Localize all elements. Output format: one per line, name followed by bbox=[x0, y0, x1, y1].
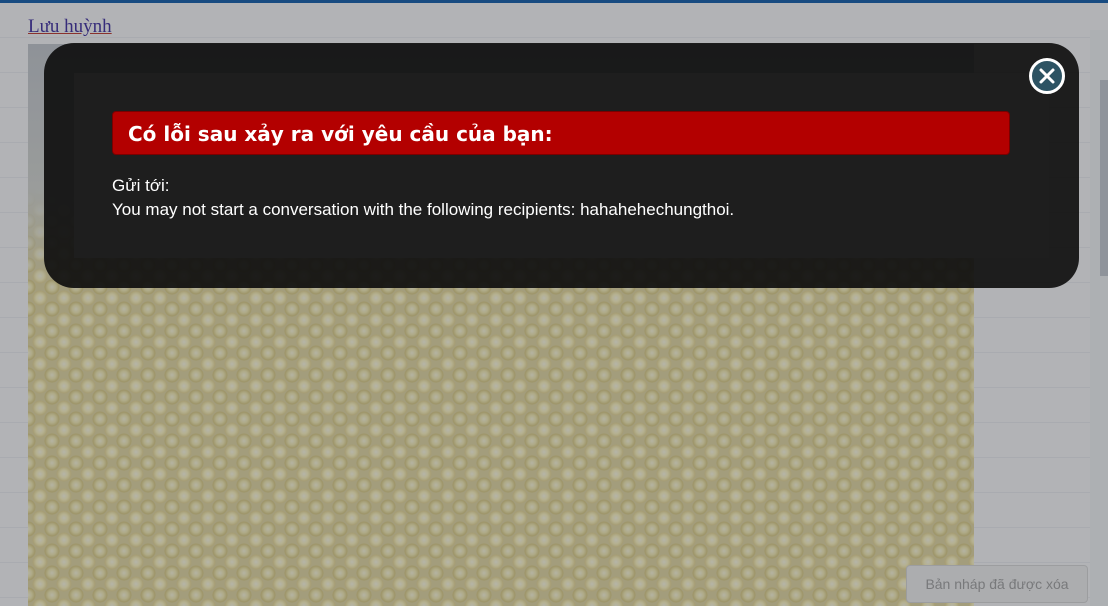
modal-content: Có lỗi sau xảy ra với yêu cầu của bạn: G… bbox=[74, 73, 1049, 258]
close-icon bbox=[1039, 68, 1055, 84]
error-header: Có lỗi sau xảy ra với yêu cầu của bạn: bbox=[112, 111, 1010, 155]
close-button[interactable] bbox=[1029, 58, 1065, 94]
error-modal: Có lỗi sau xảy ra với yêu cầu của bạn: G… bbox=[44, 43, 1079, 288]
error-message: You may not start a conversation with th… bbox=[112, 200, 735, 219]
recipient-label: Gửi tới: bbox=[112, 176, 170, 195]
